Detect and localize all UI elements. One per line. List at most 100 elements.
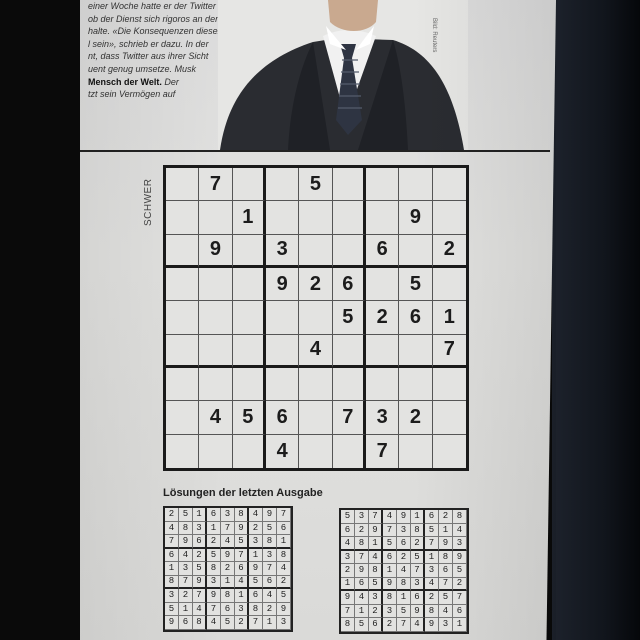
- sudoku-empty-cell: [233, 434, 266, 468]
- solution-cell: 5: [439, 591, 453, 605]
- solution-cell: 4: [369, 550, 383, 564]
- solution-cell: 7: [193, 589, 207, 603]
- solution-cell: 1: [249, 548, 263, 562]
- solution-cell: 7: [355, 550, 369, 564]
- sudoku-given-cell: 6: [265, 401, 300, 435]
- sudoku-empty-cell: [232, 334, 266, 368]
- solution-cell: 8: [383, 591, 397, 605]
- sudoku-empty-cell: [265, 168, 300, 202]
- solution-cell: 6: [411, 591, 425, 605]
- solution-cell: 9: [263, 508, 277, 522]
- solution-cell: 7: [397, 618, 411, 632]
- sudoku-given-cell: 5: [299, 168, 333, 202]
- sudoku-empty-cell: [265, 201, 300, 235]
- solution-cell: 5: [383, 537, 397, 551]
- difficulty-label: SCHWER: [143, 178, 154, 226]
- sudoku-empty-cell: [333, 434, 366, 468]
- solution-cell: 2: [453, 577, 467, 591]
- solution-cell: 5: [369, 577, 383, 591]
- solution-cell: 4: [193, 602, 207, 616]
- sudoku-empty-cell: [232, 234, 266, 268]
- sudoku-empty-cell: [299, 201, 333, 235]
- solution-cell: 3: [453, 537, 467, 551]
- solution-cell: 3: [277, 616, 291, 630]
- solution-cell: 5: [235, 535, 249, 549]
- sudoku-grid: 75199362926552614745673247: [163, 165, 469, 471]
- sudoku-empty-cell: [232, 301, 266, 335]
- solution-cell: 7: [341, 604, 355, 618]
- sudoku-empty-cell: [299, 434, 333, 468]
- sudoku-empty-cell: [166, 367, 200, 402]
- solution-cell: 1: [179, 602, 193, 616]
- solution-cell: 3: [439, 618, 453, 632]
- solution-cell: 9: [221, 548, 235, 562]
- solution-cell: 7: [439, 577, 453, 591]
- sudoku-empty-cell: [265, 334, 300, 368]
- solution-cell: 6: [207, 508, 221, 522]
- sudoku-given-cell: 9: [199, 234, 233, 268]
- sudoku-empty-cell: [199, 201, 233, 235]
- solution-cell: 8: [235, 508, 249, 522]
- solution-cell: 9: [411, 604, 425, 618]
- solution-cell: 7: [249, 616, 263, 630]
- sudoku-empty-cell: [199, 334, 233, 368]
- solution-cell: 6: [383, 550, 397, 564]
- sudoku-empty-cell: [332, 334, 366, 368]
- solution-cell: 9: [179, 535, 193, 549]
- solution-cell: 8: [341, 618, 355, 632]
- sudoku-empty-cell: [265, 367, 300, 402]
- solution-cell: 4: [249, 508, 263, 522]
- solution-cell: 6: [453, 604, 467, 618]
- sudoku-empty-cell: [332, 168, 366, 202]
- solution-cell: 5: [277, 589, 291, 603]
- solution-cell: 6: [369, 618, 383, 632]
- solution-cell: 4: [165, 521, 179, 535]
- solution-cell: 9: [425, 618, 439, 632]
- solution-cell: 2: [383, 618, 397, 632]
- sudoku-empty-cell: [399, 334, 433, 368]
- solution-cell: 3: [165, 589, 179, 603]
- solution-cell: 4: [439, 604, 453, 618]
- sudoku-given-cell: 3: [265, 234, 300, 268]
- sudoku-empty-cell: [399, 234, 433, 268]
- solution-cell: 7: [411, 564, 425, 578]
- solution-cell: 3: [249, 535, 263, 549]
- sudoku-given-cell: 7: [199, 168, 233, 202]
- solution-cell: 6: [165, 548, 179, 562]
- solution-cell: 8: [369, 564, 383, 578]
- solution-grid-left: 2516384974831792567962453816425971381358…: [163, 506, 293, 632]
- sudoku-given-cell: 2: [365, 301, 400, 335]
- solution-cell: 2: [249, 521, 263, 535]
- solution-cell: 1: [453, 618, 467, 632]
- solution-cell: 6: [249, 589, 263, 603]
- solution-cell: 9: [453, 550, 467, 564]
- solution-cell: 2: [355, 523, 369, 537]
- solution-cell: 7: [221, 521, 235, 535]
- solution-cell: 3: [341, 550, 355, 564]
- solution-cell: 1: [207, 521, 221, 535]
- sudoku-given-cell: 5: [332, 301, 366, 335]
- sudoku-empty-cell: [232, 367, 266, 402]
- photo-credit: Bild: Reuters: [431, 18, 437, 53]
- solution-cell: 9: [341, 591, 355, 605]
- solution-cell: 1: [277, 535, 291, 549]
- sudoku-empty-cell: [365, 201, 400, 235]
- solution-cell: 6: [193, 535, 207, 549]
- solution-cell: 8: [425, 604, 439, 618]
- solution-cell: 6: [263, 575, 277, 589]
- solution-cell: 2: [369, 604, 383, 618]
- solution-cell: 8: [453, 510, 467, 524]
- solution-cell: 4: [453, 523, 467, 537]
- sudoku-empty-cell: [432, 201, 466, 235]
- solution-cell: 8: [411, 523, 425, 537]
- solution-cell: 2: [439, 510, 453, 524]
- solution-cell: 2: [411, 537, 425, 551]
- background-fabric: [552, 0, 640, 640]
- sudoku-given-cell: 5: [399, 267, 433, 302]
- solution-cell: 3: [411, 577, 425, 591]
- solution-cell: 5: [453, 564, 467, 578]
- solution-cell: 1: [193, 508, 207, 522]
- solution-cell: 1: [341, 577, 355, 591]
- sudoku-empty-cell: [166, 168, 200, 202]
- solution-cell: 2: [277, 575, 291, 589]
